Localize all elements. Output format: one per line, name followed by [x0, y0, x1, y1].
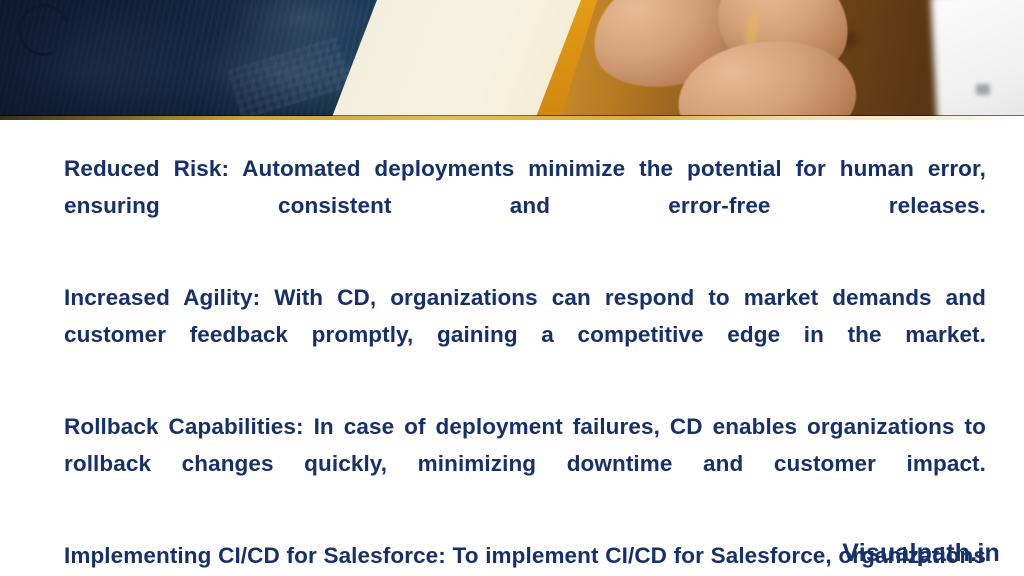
blurred-white-panel-detail [930, 0, 1024, 120]
banner-bottom-gold-rule [0, 116, 1024, 120]
banner-image-right-teamwork [560, 0, 1024, 120]
brand-watermark: Visualpath.in [842, 539, 1000, 567]
header-banner [0, 0, 1024, 120]
body-content: Reduced Risk: Automated deployments mini… [64, 150, 986, 576]
slide-root: Reduced Risk: Automated deployments mini… [0, 0, 1024, 576]
paragraph-increased-agility: Increased Agility: With CD, organization… [64, 285, 986, 347]
paragraph-reduced-risk: Reduced Risk: Automated deployments mini… [64, 156, 986, 218]
blurred-panel-mark-detail [976, 84, 990, 95]
paragraph-rollback-capabilities: Rollback Capabilities: In case of deploy… [64, 414, 986, 476]
